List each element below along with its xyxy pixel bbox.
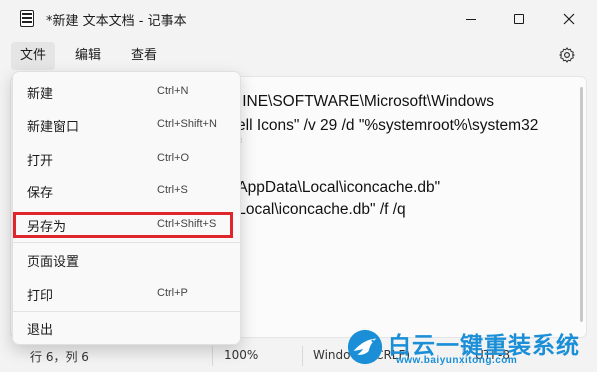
menu-item-shortcut: Ctrl+S	[157, 184, 188, 196]
menu-item-print[interactable]: 打印 Ctrl+P	[17, 279, 236, 309]
watermark-logo: 白云一键重装系统 www.baiyunxitong.com	[344, 322, 597, 372]
menu-item-label: 页面设置	[27, 255, 80, 270]
notepad-icon	[20, 10, 34, 27]
menu-item-shortcut: Ctrl+Shift+N	[157, 118, 217, 130]
minimize-button[interactable]	[448, 0, 494, 38]
cursor-position: 行 6，列 6	[30, 350, 89, 364]
menu-separator	[13, 242, 240, 243]
close-icon	[563, 13, 575, 25]
vertical-scrollbar[interactable]	[580, 87, 583, 322]
status-divider	[302, 346, 303, 366]
file-menu-dropdown: 新建 Ctrl+N 新建窗口 Ctrl+Shift+N 打开 Ctrl+O 保存…	[12, 71, 241, 345]
menu-view[interactable]: 查看	[122, 42, 166, 70]
menu-item-label: 保存	[27, 186, 54, 201]
save-as-highlight-box	[13, 212, 233, 238]
menu-item-shortcut: Ctrl+O	[157, 152, 190, 164]
menu-item-label: 新建	[27, 87, 54, 102]
editor-line-6: \Local\iconcache.db" /f /q	[233, 201, 406, 218]
menu-item-new-window[interactable]: 新建窗口 Ctrl+Shift+N	[17, 110, 236, 140]
watermark-url: www.baiyunxitong.com	[396, 355, 518, 366]
title-bar: *新建 文本文档 - 记事本	[0, 0, 597, 38]
bird-logo-icon	[347, 329, 383, 365]
editor-line-5: \AppData\Local\iconcache.db"	[233, 179, 441, 196]
maximize-icon	[514, 14, 524, 24]
menu-item-label: 打印	[27, 289, 54, 304]
menu-item-exit[interactable]: 退出	[17, 313, 236, 343]
menu-item-label: 退出	[27, 323, 54, 338]
menu-item-page-setup[interactable]: 页面设置	[17, 245, 236, 275]
close-button[interactable]	[546, 0, 592, 38]
menu-item-label: 新建窗口	[27, 120, 80, 135]
menu-item-open[interactable]: 打开 Ctrl+O	[17, 144, 236, 174]
menu-item-new[interactable]: 新建 Ctrl+N	[17, 77, 236, 107]
menu-edit[interactable]: 编辑	[66, 42, 110, 70]
window-title: *新建 文本文档 - 记事本	[46, 14, 187, 29]
minimize-icon	[466, 18, 476, 20]
maximize-button[interactable]	[496, 0, 542, 38]
menu-item-save[interactable]: 保存 Ctrl+S	[17, 176, 236, 206]
menu-item-shortcut: Ctrl+P	[157, 287, 188, 299]
menu-item-shortcut: Ctrl+N	[157, 85, 189, 97]
menu-bar: 文件 编辑 查看	[0, 38, 597, 74]
zoom-level: 100%	[224, 348, 259, 362]
menu-separator	[13, 311, 240, 312]
menu-item-label: 打开	[27, 154, 54, 169]
editor-line-1: HINE\SOFTWARE\Microsoft\Windows	[231, 93, 494, 110]
settings-gear-icon[interactable]	[558, 46, 576, 64]
status-divider	[212, 346, 213, 366]
menu-file[interactable]: 文件	[11, 42, 56, 70]
editor-line-2: ell Icons" /v 29 /d "%systemroot%\system…	[237, 117, 539, 134]
